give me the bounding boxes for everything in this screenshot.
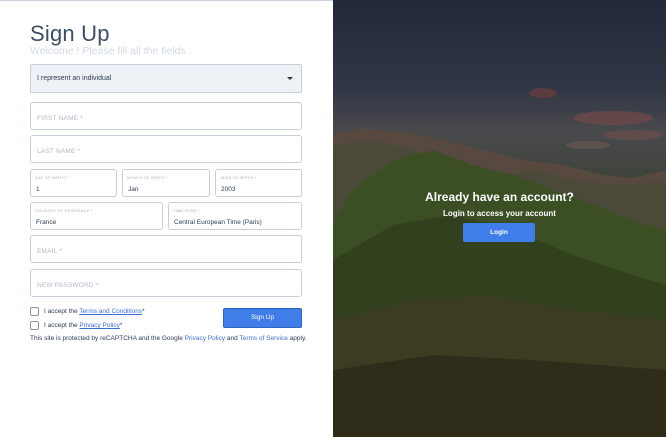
terms-label: I accept the Terms and Conditions* [44, 308, 145, 315]
recaptcha-suffix: apply. [287, 335, 307, 342]
account-type-value: I represent an individual [37, 75, 112, 82]
timezone-field[interactable]: TIME ZONE * Central European Time (Paris… [168, 202, 302, 230]
email-field[interactable]: EMAIL * [30, 235, 302, 263]
terms-prefix: I accept the [44, 308, 80, 315]
recaptcha-notice: This site is protected by reCAPTCHA and … [30, 335, 307, 342]
privacy-link[interactable]: Privacy Policy [79, 322, 119, 329]
year-of-birth-field[interactable]: YEAR OF BIRTH * 2003 [215, 169, 302, 197]
country-field[interactable]: COUNTRY OF RESIDENCE * France [30, 202, 163, 230]
day-of-birth-field[interactable]: DAY OF BIRTH * 1 [30, 169, 117, 197]
sign-up-button[interactable]: Sign Up [223, 308, 302, 328]
recaptcha-and: and [225, 335, 240, 342]
terms-checkbox[interactable] [30, 307, 39, 316]
last-name-placeholder: LAST NAME * [37, 148, 81, 155]
page-title: Sign Up [30, 21, 110, 46]
month-of-birth-value: Jan [128, 186, 139, 193]
last-name-field[interactable]: LAST NAME * [30, 135, 302, 163]
login-prompt-subtitle: Login to access your account [443, 209, 556, 218]
day-of-birth-label: DAY OF BIRTH * [35, 175, 69, 180]
country-label: COUNTRY OF RESIDENCE * [35, 208, 93, 213]
terms-link[interactable]: Terms and Conditions [79, 308, 142, 315]
login-button[interactable]: Login [463, 223, 535, 242]
login-prompt-title: Already have an account? [425, 190, 574, 204]
recaptcha-privacy-link[interactable]: Privacy Policy [185, 335, 225, 342]
first-name-field[interactable]: FIRST NAME * [30, 102, 302, 130]
year-of-birth-label: YEAR OF BIRTH * [220, 175, 257, 180]
account-type-select[interactable]: I represent an individual [30, 64, 302, 93]
year-of-birth-value: 2003 [221, 186, 236, 193]
recaptcha-terms-link[interactable]: Terms of Service [239, 335, 287, 342]
image-overlay [333, 0, 666, 437]
first-name-placeholder: FIRST NAME * [37, 115, 83, 122]
privacy-prefix: I accept the [44, 322, 80, 329]
email-placeholder: EMAIL * [37, 248, 63, 255]
login-panel: Already have an account? Login to access… [333, 0, 666, 437]
recaptcha-prefix: This site is protected by reCAPTCHA and … [30, 335, 185, 342]
month-of-birth-field[interactable]: MONTH OF BIRTH * Jan [122, 169, 210, 197]
privacy-label: I accept the Privacy Policy* [44, 322, 122, 329]
password-placeholder: NEW PASSWORD * [37, 282, 99, 289]
page-subtitle: Welcome ! Please fill all the fields : [30, 45, 192, 57]
month-of-birth-label: MONTH OF BIRTH * [127, 175, 168, 180]
timezone-value: Central European Time (Paris) [174, 219, 262, 226]
signup-panel: Sign Up Welcome ! Please fill all the fi… [0, 0, 333, 437]
country-value: France [36, 219, 57, 226]
password-field[interactable]: NEW PASSWORD * [30, 269, 302, 297]
chevron-down-icon [287, 77, 293, 80]
day-of-birth-value: 1 [36, 186, 40, 193]
timezone-label: TIME ZONE * [173, 208, 200, 213]
privacy-checkbox[interactable] [30, 321, 39, 330]
terms-suffix: * [142, 308, 145, 315]
privacy-suffix: * [119, 322, 123, 329]
